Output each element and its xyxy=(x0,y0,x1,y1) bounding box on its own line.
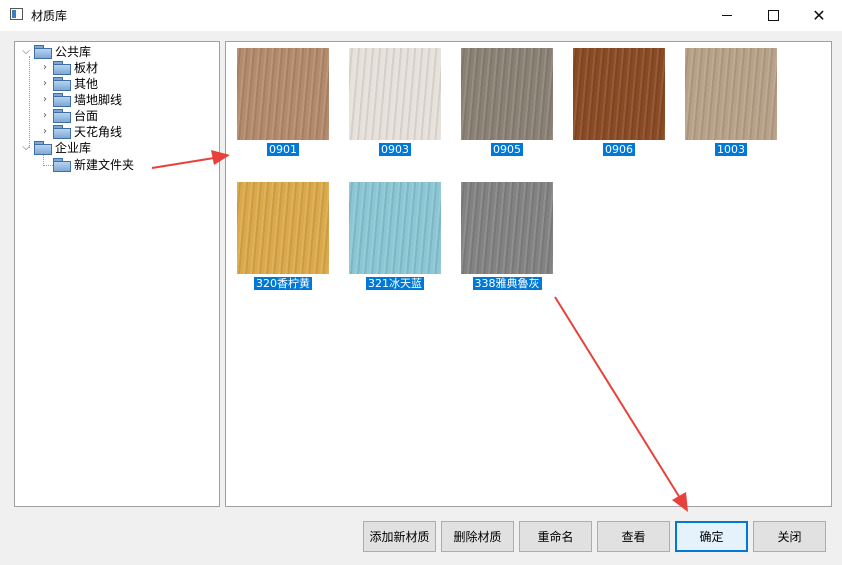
expand-chevron-icon[interactable]: ⌵ xyxy=(21,46,31,57)
material-swatch xyxy=(349,182,441,274)
material-label: 0906 xyxy=(603,143,635,156)
material-tile[interactable]: 0905 xyxy=(461,48,553,156)
material-label: 0905 xyxy=(491,143,523,156)
close-button[interactable]: 关闭 xyxy=(753,521,826,552)
tree-node-other[interactable]: › 其他 xyxy=(40,75,98,91)
view-button[interactable]: 查看 xyxy=(597,521,670,552)
material-tile[interactable]: 1003 xyxy=(685,48,777,156)
tree-node-new-folder[interactable]: 新建文件夹 xyxy=(53,156,134,172)
minimize-button[interactable] xyxy=(704,0,750,31)
tree-label: 企业库 xyxy=(55,140,92,155)
tree-label: 板材 xyxy=(74,60,99,75)
folder-icon xyxy=(34,140,52,155)
folder-icon xyxy=(53,124,71,139)
material-swatch xyxy=(685,48,777,140)
material-swatch xyxy=(461,48,553,140)
material-label: 320香柠黄 xyxy=(254,277,312,290)
material-label: 321冰天蓝 xyxy=(366,277,424,290)
material-tile[interactable]: 0901 xyxy=(237,48,329,156)
material-label: 1003 xyxy=(715,143,747,156)
category-tree[interactable]: ⌵ 公共库 › 板材 › 其他 › 墙地脚线 › 台面 › 天花角线 ⌵ 企业库… xyxy=(14,41,220,507)
material-swatch xyxy=(237,48,329,140)
material-tile[interactable]: 338雅典魯灰 xyxy=(461,182,553,290)
material-label: 0901 xyxy=(267,143,299,156)
tree-node-enterprise[interactable]: ⌵ 企业库 xyxy=(21,139,91,155)
folder-icon xyxy=(53,108,71,123)
collapse-chevron-icon[interactable]: › xyxy=(40,110,50,121)
folder-icon xyxy=(53,92,71,107)
tree-label: 公共库 xyxy=(55,44,92,59)
folder-icon xyxy=(53,60,71,75)
material-tile[interactable]: 321冰天蓝 xyxy=(349,182,441,290)
tree-node-skirting[interactable]: › 墙地脚线 xyxy=(40,91,122,107)
collapse-chevron-icon[interactable]: › xyxy=(40,78,50,89)
tree-node-countertop[interactable]: › 台面 xyxy=(40,107,98,123)
tree-label: 墙地脚线 xyxy=(74,92,123,107)
expand-chevron-icon[interactable]: ⌵ xyxy=(21,142,31,153)
material-swatch xyxy=(573,48,665,140)
rename-button[interactable]: 重命名 xyxy=(519,521,592,552)
collapse-chevron-icon[interactable]: › xyxy=(40,94,50,105)
folder-icon xyxy=(53,76,71,91)
maximize-icon xyxy=(767,10,779,21)
tree-label: 天花角线 xyxy=(74,124,123,139)
app-icon xyxy=(10,8,23,20)
material-swatch xyxy=(237,182,329,274)
tree-label: 其他 xyxy=(74,76,99,91)
collapse-chevron-icon[interactable]: › xyxy=(40,126,50,137)
material-grid[interactable]: 0901 0903 0905 0906 1003 320香柠黄 321冰天蓝 3… xyxy=(225,41,832,507)
delete-material-button[interactable]: 删除材质 xyxy=(441,521,514,552)
material-tile[interactable]: 0903 xyxy=(349,48,441,156)
tree-connector xyxy=(29,56,30,148)
maximize-button[interactable] xyxy=(750,0,796,31)
close-window-button[interactable]: ✕ xyxy=(796,0,842,31)
material-swatch xyxy=(461,182,553,274)
material-tile[interactable]: 0906 xyxy=(573,48,665,156)
collapse-chevron-icon[interactable]: › xyxy=(40,62,50,73)
tree-node-public[interactable]: ⌵ 公共库 xyxy=(21,43,91,59)
tree-label: 台面 xyxy=(74,108,99,123)
folder-icon xyxy=(34,44,52,59)
window-title: 材质库 xyxy=(31,9,68,23)
material-label: 338雅典魯灰 xyxy=(472,277,542,290)
confirm-button[interactable]: 确定 xyxy=(675,521,748,552)
tree-node-boards[interactable]: › 板材 xyxy=(40,59,98,75)
tree-label: 新建文件夹 xyxy=(74,157,135,172)
folder-icon xyxy=(53,157,71,172)
title-bar: 材质库 ✕ xyxy=(0,0,842,31)
minimize-icon xyxy=(722,15,732,16)
add-material-button[interactable]: 添加新材质 xyxy=(363,521,436,552)
material-tile[interactable]: 320香柠黄 xyxy=(237,182,329,290)
material-swatch xyxy=(349,48,441,140)
close-icon: ✕ xyxy=(812,6,826,25)
material-label: 0903 xyxy=(379,143,411,156)
tree-node-ceiling[interactable]: › 天花角线 xyxy=(40,123,122,139)
